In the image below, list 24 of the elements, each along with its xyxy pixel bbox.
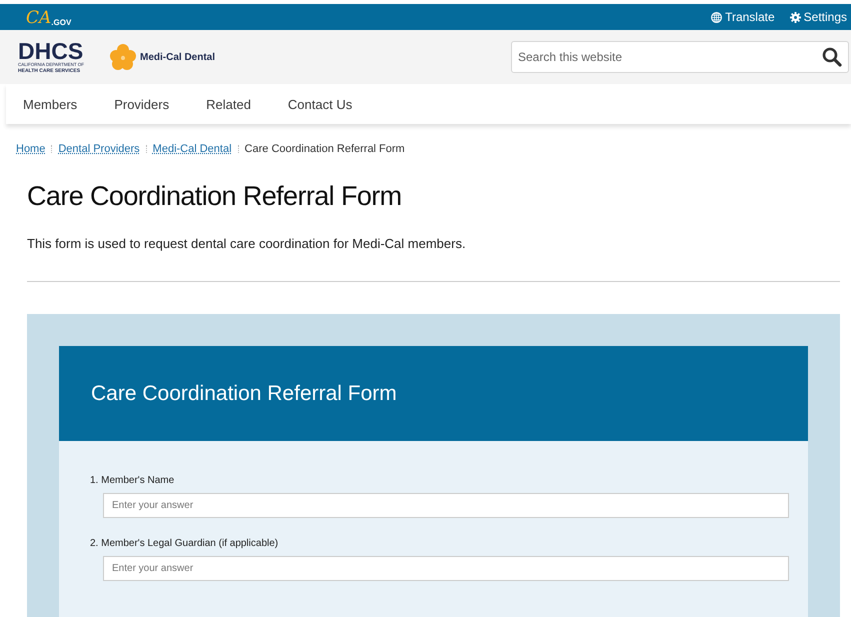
program-name[interactable]: Medi-Cal Dental (140, 52, 216, 62)
nav-item[interactable]: Contact Us (288, 96, 352, 112)
breadcrumb-link[interactable]: Dental Providers (58, 143, 140, 155)
breadcrumb-link[interactable]: Home (16, 143, 46, 155)
flower-icon (110, 44, 136, 70)
search-field[interactable]: Search this website (511, 41, 849, 73)
form-title: Care Coordination Referral Form (91, 382, 397, 406)
settings-icon (790, 12, 801, 22)
breadcrumb-link[interactable]: Medi-Cal Dental (152, 143, 232, 155)
nav-item[interactable]: Providers (114, 96, 170, 112)
nav-item[interactable]: Related (206, 96, 251, 112)
answer-field[interactable]: Enter your answer (103, 556, 789, 581)
ca-gov-logo[interactable]: CA.GOV (26, 5, 72, 29)
globe-icon (711, 12, 722, 22)
nav-item[interactable]: Members (23, 96, 78, 112)
intro-text: This form is used to request dental care coordination for Medi-Cal members. (27, 236, 467, 251)
answer-field[interactable]: Enter your answer (103, 493, 789, 518)
utility-link[interactable]: Translate (711, 10, 775, 24)
question-label: 1. Member's Name (90, 475, 176, 486)
breadcrumb-current: Care Coordination Referral Form (244, 143, 405, 155)
question-label: 2. Member's Legal Guardian (if applicable) (90, 538, 280, 549)
page-title: Care Coordination Referral Form (27, 181, 403, 212)
search-icon[interactable] (822, 47, 842, 67)
utility-link[interactable]: Settings (790, 10, 847, 24)
